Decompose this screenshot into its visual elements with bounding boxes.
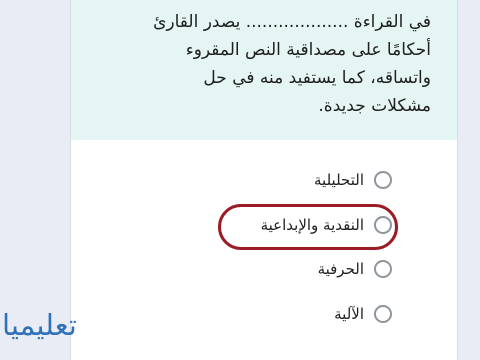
option-label: النقدية والإبداعية (260, 216, 364, 234)
radio-button[interactable] (374, 260, 392, 278)
radio-button[interactable] (374, 305, 392, 323)
question-line: في القراءة ................... يصدر القا… (153, 12, 431, 32)
radio-button[interactable] (374, 216, 392, 234)
radio-button[interactable] (374, 171, 392, 189)
question-text: في القراءة ................... يصدر القا… (91, 8, 431, 120)
left-background (0, 0, 70, 360)
option-literal[interactable]: الحرفية (152, 256, 392, 282)
right-background (458, 0, 480, 360)
option-critical-creative[interactable]: النقدية والإبداعية (152, 212, 392, 238)
question-line: واتساقه، كما يستفيد منه في حل (203, 68, 431, 88)
option-label: التحليلية (314, 171, 364, 189)
option-analytical[interactable]: التحليلية (152, 167, 392, 193)
question-line: مشكلات جديدة. (318, 96, 431, 116)
option-label: الحرفية (317, 260, 364, 278)
watermark-logo: تعليميا (2, 308, 77, 342)
option-label: الآلية (334, 305, 364, 323)
question-box: في القراءة ................... يصدر القا… (71, 0, 457, 140)
question-line: أحكامًا على مصداقية النص المقروء (185, 40, 431, 60)
option-mechanical[interactable]: الآلية (152, 301, 392, 327)
